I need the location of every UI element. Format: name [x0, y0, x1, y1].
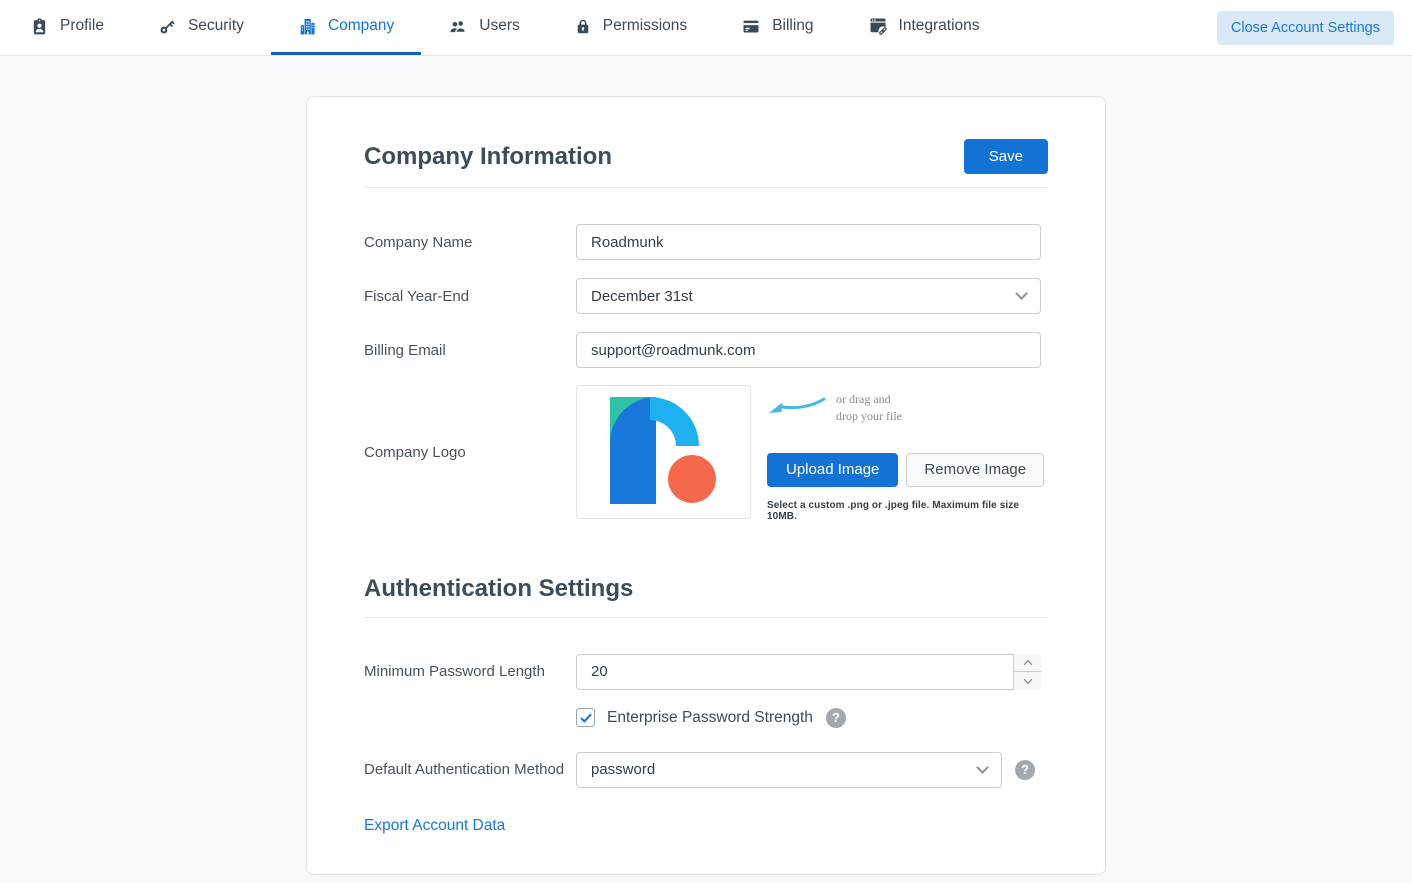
- users-icon: [448, 17, 468, 36]
- drag-drop-hint: or drag and drop your file: [836, 391, 902, 426]
- tab-permissions[interactable]: Permissions: [547, 0, 714, 55]
- company-settings-card: Company Information Save Company Name Fi…: [306, 96, 1106, 875]
- company-information-title: Company Information: [364, 140, 612, 173]
- enterprise-password-strength-checkbox[interactable]: [576, 708, 595, 727]
- building-icon: [298, 17, 317, 36]
- settings-tab-bar: Profile Security: [0, 0, 1412, 56]
- credit-card-icon: [741, 17, 761, 36]
- save-button[interactable]: Save: [964, 139, 1048, 174]
- lock-icon: [574, 17, 592, 36]
- key-icon: [158, 17, 177, 36]
- tab-billing[interactable]: Billing: [714, 0, 840, 55]
- profile-icon: [30, 17, 49, 36]
- tab-security[interactable]: Security: [131, 0, 271, 55]
- main-content: Company Information Save Company Name Fi…: [0, 96, 1412, 875]
- close-account-settings-button[interactable]: Close Account Settings: [1217, 11, 1394, 45]
- chevron-up-icon: [1023, 660, 1031, 668]
- fiscal-year-end-select[interactable]: December 31st: [576, 278, 1041, 314]
- chevron-down-icon: [1015, 287, 1028, 300]
- company-name-label: Company Name: [364, 234, 576, 251]
- integrations-icon: [868, 16, 888, 36]
- remove-image-button[interactable]: Remove Image: [906, 453, 1044, 487]
- checkmark-icon: [580, 713, 592, 723]
- chevron-down-icon: [1023, 675, 1031, 683]
- fiscal-year-end-label: Fiscal Year-End: [364, 288, 576, 305]
- default-authentication-method-select[interactable]: password: [576, 752, 1002, 788]
- minimum-password-length-input[interactable]: [576, 654, 1041, 690]
- help-icon[interactable]: ?: [1015, 760, 1035, 780]
- tab-company[interactable]: Company: [271, 0, 421, 55]
- export-account-data-link[interactable]: Export Account Data: [364, 817, 505, 835]
- section-divider: [364, 187, 1048, 188]
- tab-label: Integrations: [899, 17, 980, 35]
- authentication-settings-title: Authentication Settings: [364, 572, 1048, 605]
- roadmunk-logo: [576, 383, 751, 522]
- tab-label: Permissions: [603, 17, 687, 35]
- section-divider: [364, 617, 1048, 618]
- tab-label: Users: [479, 17, 519, 35]
- billing-email-label: Billing Email: [364, 342, 576, 359]
- tab-label: Profile: [60, 17, 104, 35]
- company-name-input[interactable]: [576, 224, 1041, 260]
- stepper-down-button[interactable]: [1014, 672, 1041, 690]
- tab-label: Company: [328, 17, 394, 35]
- tab-users[interactable]: Users: [421, 0, 546, 55]
- settings-tabs: Profile Security: [0, 0, 1007, 55]
- chevron-down-icon: [976, 761, 989, 774]
- company-logo-label: Company Logo: [364, 444, 576, 461]
- tab-integrations[interactable]: Integrations: [841, 0, 1007, 55]
- tab-label: Billing: [772, 17, 813, 35]
- minimum-password-length-label: Minimum Password Length: [364, 663, 576, 680]
- help-icon[interactable]: ?: [826, 708, 846, 728]
- stepper-up-button[interactable]: [1014, 654, 1041, 673]
- upload-image-button[interactable]: Upload Image: [767, 453, 898, 487]
- default-authentication-method-label: Default Authentication Method: [364, 761, 576, 778]
- number-stepper: [1013, 654, 1041, 690]
- fiscal-year-end-value: December 31st: [591, 288, 693, 305]
- tab-label: Security: [188, 17, 244, 35]
- default-authentication-method-value: password: [591, 761, 655, 778]
- tab-profile[interactable]: Profile: [3, 0, 131, 55]
- company-logo-preview[interactable]: [576, 385, 751, 519]
- drag-arrow-icon: [767, 391, 827, 425]
- file-requirements-note: Select a custom .png or .jpeg file. Maxi…: [767, 500, 1048, 522]
- enterprise-password-strength-label: Enterprise Password Strength: [607, 709, 813, 727]
- billing-email-input[interactable]: [576, 332, 1041, 368]
